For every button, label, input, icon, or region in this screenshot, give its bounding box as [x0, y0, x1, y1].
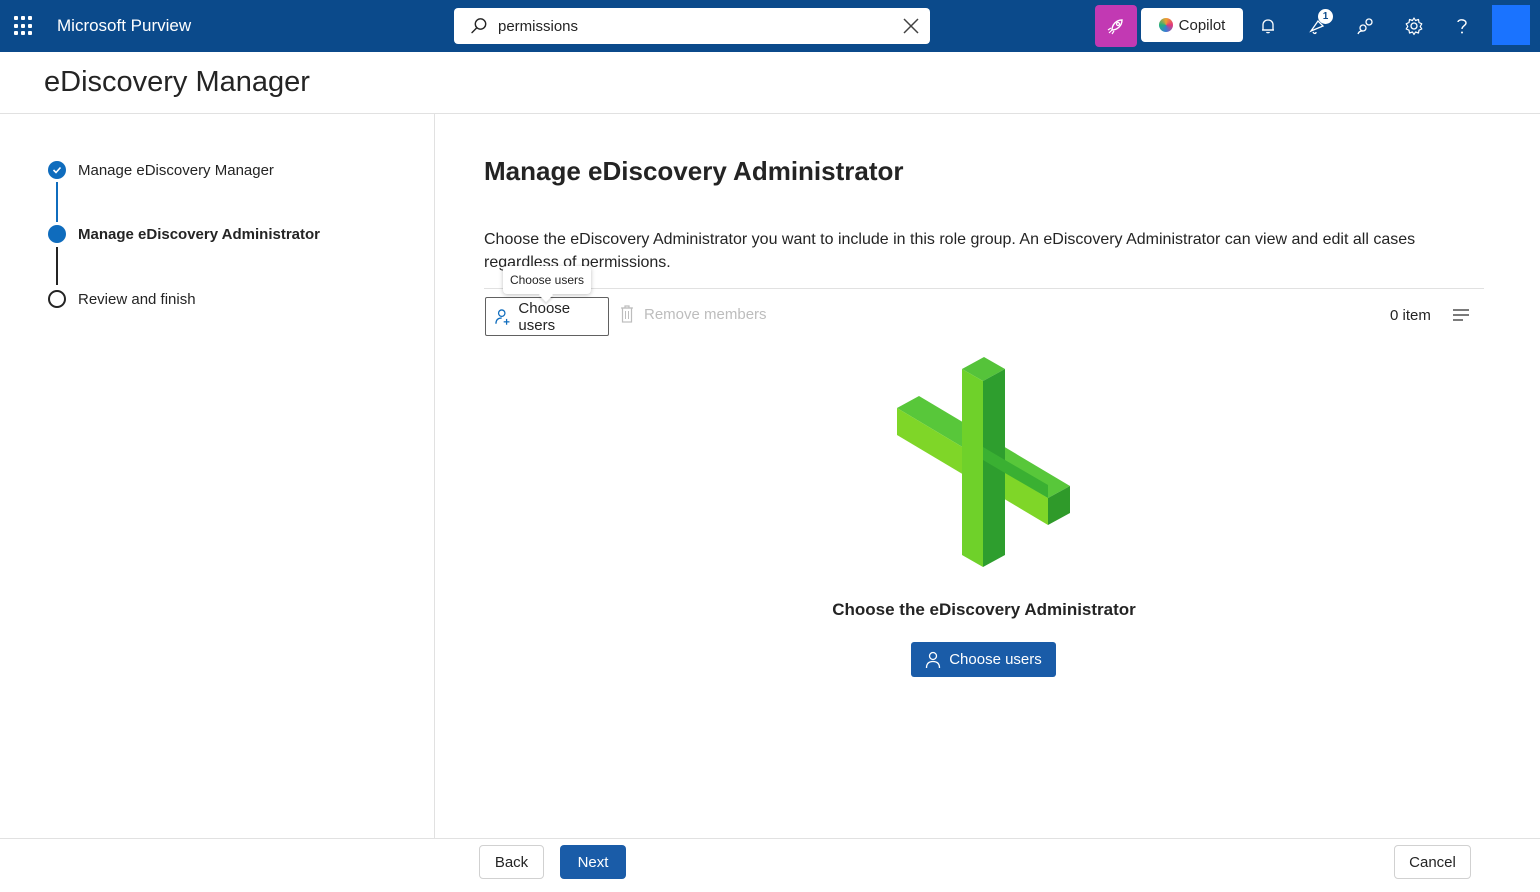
choose-users-label: Choose users — [949, 651, 1042, 668]
step-label: Manage eDiscovery Administrator — [78, 225, 321, 243]
notification-badge: 1 — [1318, 9, 1333, 24]
people-chat-icon — [1357, 18, 1373, 35]
search-input[interactable] — [498, 14, 888, 38]
step-connector — [56, 247, 58, 285]
back-button[interactable]: Back — [479, 845, 544, 879]
plus-illustration-icon — [897, 357, 1070, 567]
rocket-button[interactable] — [1095, 5, 1137, 47]
tooltip: Choose users — [503, 266, 591, 294]
page-title: eDiscovery Manager — [44, 66, 310, 98]
step-label: Manage eDiscovery Manager — [78, 161, 274, 179]
list-options-icon[interactable] — [1452, 308, 1470, 322]
choose-users-label: Choose users — [518, 299, 571, 334]
wizard-step-review-and-finish[interactable]: Review and finish — [48, 290, 196, 308]
wizard-step-manage-ediscovery-manager[interactable]: Manage eDiscovery Manager — [48, 161, 274, 179]
step-label: Review and finish — [78, 290, 196, 308]
empty-circle-icon — [48, 290, 66, 308]
add-person-icon — [495, 308, 510, 325]
divider — [484, 288, 1484, 289]
bell-icon — [1262, 19, 1274, 34]
divider — [434, 114, 435, 838]
empty-state-choose-users-button[interactable]: Choose users — [911, 642, 1056, 677]
copilot-label: Copilot — [1178, 16, 1226, 34]
section-title: Manage eDiscovery Administrator — [484, 156, 904, 186]
check-circle-icon — [48, 161, 66, 179]
section-description: Choose the eDiscovery Administrator you … — [484, 231, 1416, 271]
current-step-icon — [48, 225, 66, 243]
search-icon — [471, 18, 487, 34]
settings-button[interactable] — [1394, 6, 1434, 46]
wizard-step-manage-ediscovery-administrator[interactable]: Manage eDiscovery Administrator — [48, 225, 320, 243]
search-box[interactable] — [454, 8, 930, 44]
remove-members-label: Remove members — [644, 305, 767, 323]
remove-members-button[interactable]: Remove members — [620, 305, 767, 323]
copilot-icon — [1158, 18, 1173, 32]
feedback-button[interactable] — [1346, 6, 1386, 46]
item-count: 0 item — [1390, 307, 1431, 324]
divider — [0, 113, 1540, 114]
notifications-button[interactable] — [1248, 6, 1288, 46]
avatar[interactable] — [1492, 5, 1530, 45]
rocket-icon — [1107, 19, 1123, 35]
cancel-button[interactable]: Cancel — [1394, 845, 1471, 879]
empty-state-title: Choose the eDiscovery Administrator — [832, 600, 1136, 619]
divider — [0, 838, 1540, 839]
top-bar: Microsoft Purview Copilot — [0, 0, 1540, 52]
next-button[interactable]: Next — [560, 845, 626, 879]
gear-icon — [1405, 17, 1423, 36]
trash-icon — [621, 305, 633, 323]
person-icon — [926, 651, 941, 668]
app-name[interactable]: Microsoft Purview — [57, 16, 191, 36]
close-icon[interactable] — [902, 17, 920, 35]
choose-users-button[interactable]: Choose users — [485, 297, 609, 336]
step-connector — [56, 182, 58, 222]
help-icon — [1457, 19, 1467, 34]
help-button[interactable] — [1442, 6, 1482, 46]
app-launcher-icon[interactable] — [14, 16, 34, 36]
copilot-button[interactable]: Copilot — [1141, 8, 1243, 42]
